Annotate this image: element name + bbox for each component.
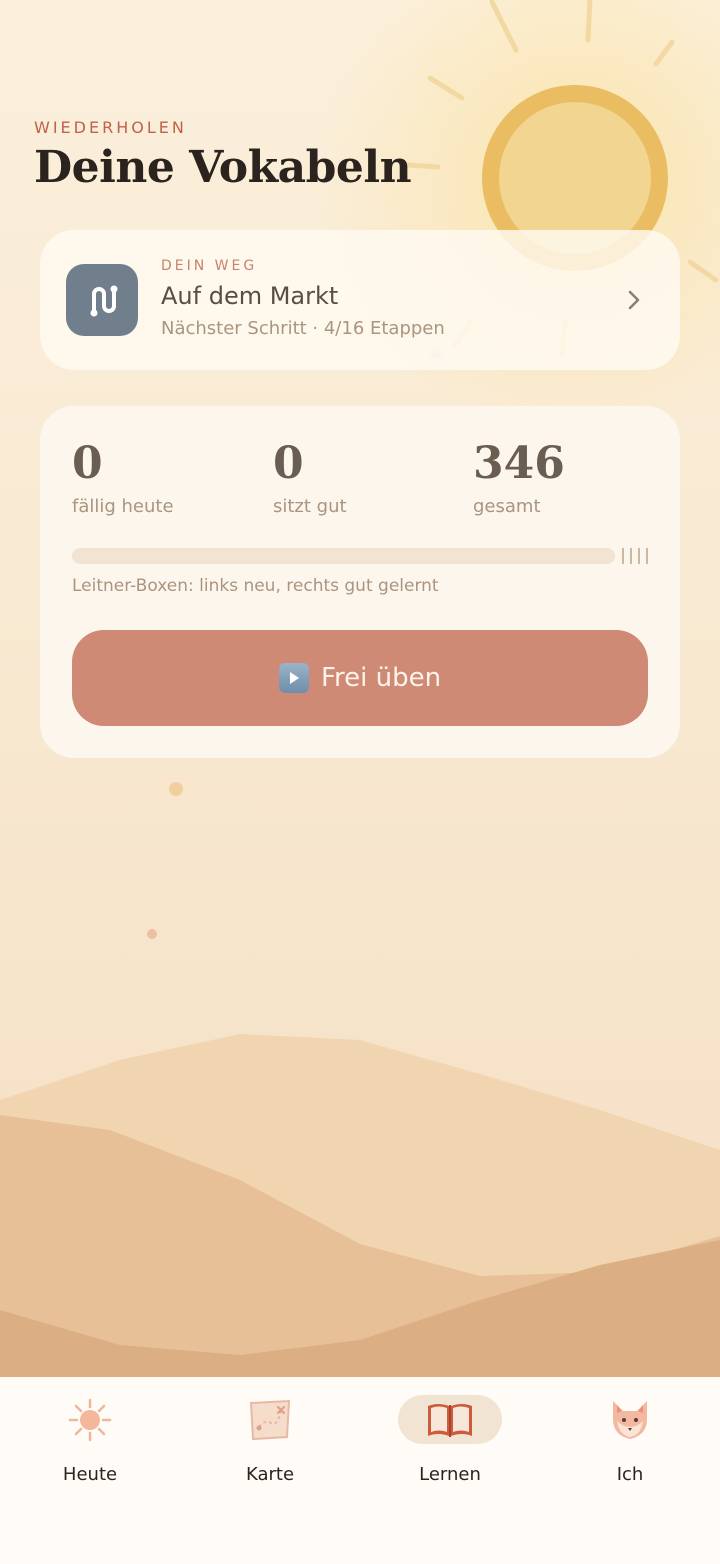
path-card[interactable]: DEIN WEG Auf dem Markt Nächster Schritt … — [40, 230, 680, 370]
path-title: Auf dem Markt — [161, 282, 339, 310]
leitner-legend: Leitner-Boxen: links neu, rechts gut gel… — [72, 576, 439, 596]
stat-label: sitzt gut — [273, 496, 347, 517]
map-icon — [249, 1399, 291, 1440]
stat-value: 0 — [72, 438, 103, 489]
tab-icon-container-active — [398, 1395, 502, 1444]
leitner-progress-bar — [72, 548, 615, 564]
tab-karte[interactable]: Karte — [180, 1395, 360, 1485]
path-eyebrow: DEIN WEG — [161, 258, 258, 274]
stat-label: fällig heute — [72, 496, 174, 517]
stat-due-today: 0 fällig heute — [72, 438, 174, 518]
tab-label: Karte — [245, 1464, 295, 1485]
stat-label: gesamt — [473, 496, 541, 517]
bottom-tab-bar: Heute Karte Lernen Ich — [0, 1377, 720, 1564]
tab-lernen[interactable]: Lernen — [360, 1395, 540, 1485]
stat-total: 346 gesamt — [473, 438, 565, 518]
stats-card: 0 fällig heute 0 sitzt gut 346 gesamt Le… — [40, 406, 680, 758]
tab-icon-container — [578, 1395, 682, 1444]
tab-heute[interactable]: Heute — [0, 1395, 180, 1485]
fox-icon — [613, 1400, 647, 1439]
page-title: Deine Vokabeln — [34, 142, 412, 193]
sun-icon — [68, 1398, 112, 1441]
stat-well-known: 0 sitzt gut — [273, 438, 347, 518]
tab-label: Heute — [62, 1464, 118, 1485]
tab-icon-container — [218, 1395, 322, 1444]
practice-button-label: Frei üben — [320, 663, 442, 693]
stat-value: 346 — [473, 438, 565, 489]
path-subtitle: Nächster Schritt · 4/16 Etappen — [161, 318, 445, 339]
practice-button[interactable]: Frei üben — [72, 630, 648, 726]
tab-icon-container — [38, 1395, 142, 1444]
leitner-box-markers — [622, 548, 654, 564]
chevron-right-icon — [628, 290, 640, 310]
route-icon — [66, 264, 138, 336]
book-icon — [428, 1403, 472, 1437]
tab-ich[interactable]: Ich — [540, 1395, 720, 1485]
tab-label: Lernen — [419, 1464, 481, 1485]
play-icon — [278, 663, 309, 693]
tab-label: Ich — [616, 1464, 644, 1485]
section-eyebrow: WIEDERHOLEN — [34, 118, 187, 137]
stat-value: 0 — [273, 438, 304, 489]
